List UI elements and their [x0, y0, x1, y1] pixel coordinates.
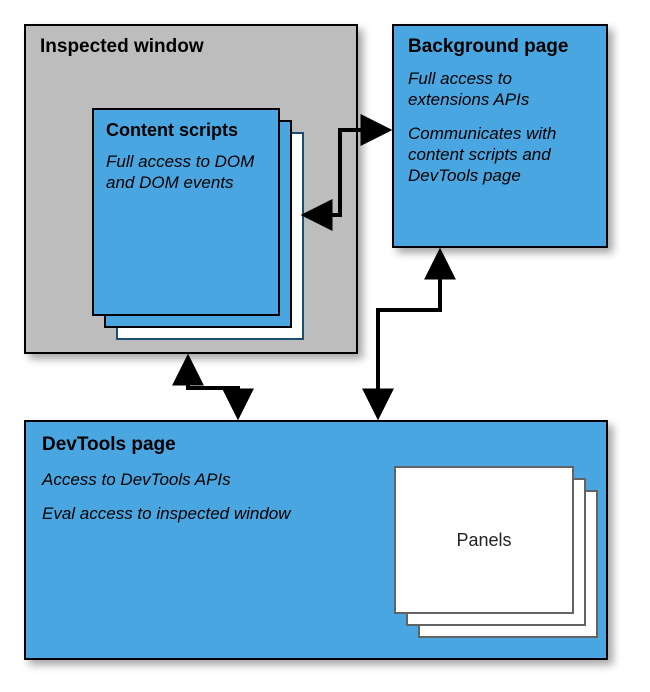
background-page-desc1: Full access to extensions APIs: [408, 68, 592, 111]
background-page-title: Background page: [408, 36, 592, 58]
devtools-page-title: DevTools page: [42, 434, 590, 456]
panels-label: Panels: [456, 530, 511, 551]
panels-card-front: Panels: [394, 466, 574, 614]
diagram-canvas: Inspected window Content scripts Full ac…: [0, 0, 650, 692]
arrow-background-to-devtools: [378, 254, 440, 414]
content-scripts-card-front: Content scripts Full access to DOM and D…: [92, 108, 280, 316]
arrow-inspected-to-devtools: [188, 360, 238, 414]
background-page-desc2: Communicates with content scripts and De…: [408, 123, 592, 187]
inspected-window-title: Inspected window: [40, 36, 342, 58]
background-page-box: Background page Full access to extension…: [392, 24, 608, 248]
content-scripts-description: Full access to DOM and DOM events: [106, 151, 266, 194]
content-scripts-title: Content scripts: [106, 120, 266, 141]
